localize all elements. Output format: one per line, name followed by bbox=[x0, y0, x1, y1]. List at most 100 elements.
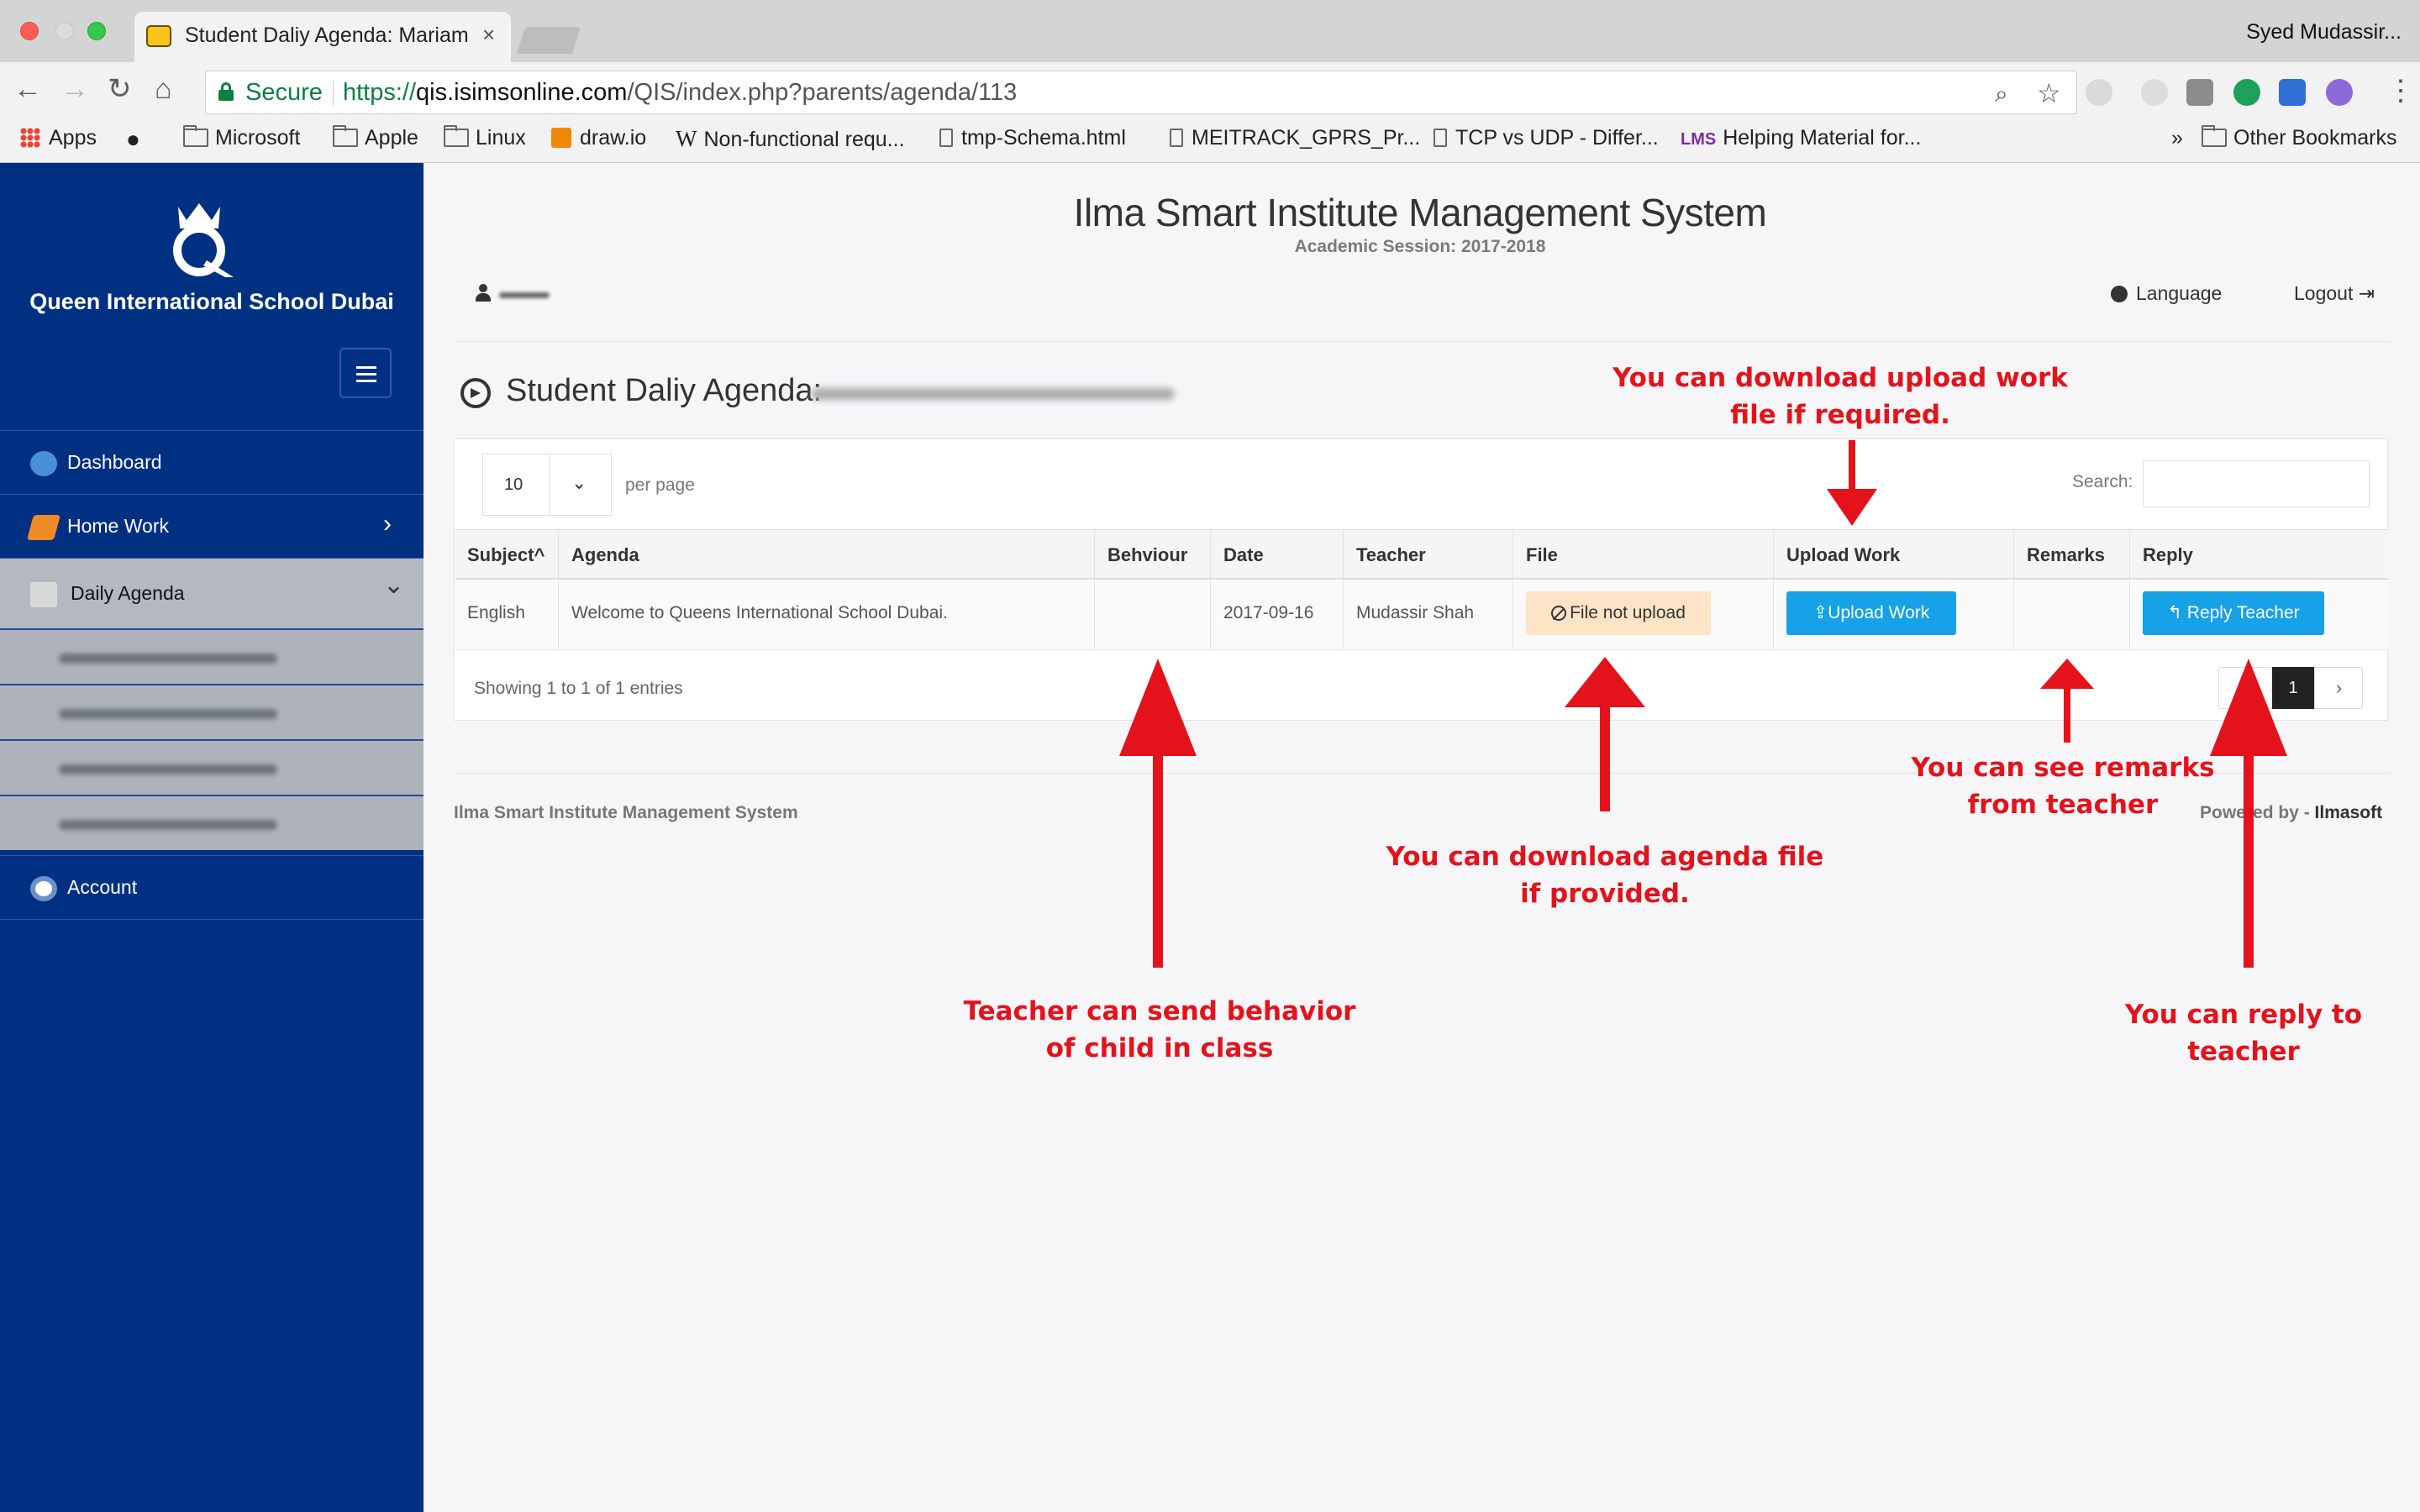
column-header-file[interactable]: File bbox=[1526, 544, 1558, 566]
bookmark-nonfunctional[interactable]: W Non-functional requ... bbox=[676, 126, 905, 152]
upload-work-button[interactable]: ⇪Upload Work bbox=[1786, 591, 1956, 635]
bookmark-tmp-schema[interactable]: tmp-Schema.html bbox=[939, 126, 1126, 150]
apps-grid-icon bbox=[20, 128, 40, 148]
circle-arrow-icon bbox=[460, 378, 491, 408]
globe-icon bbox=[2111, 286, 2128, 302]
file-not-uploaded-badge[interactable]: File not upload bbox=[1526, 591, 1711, 635]
column-header-subject[interactable]: Subject^ bbox=[467, 544, 544, 566]
search-input[interactable] bbox=[2143, 460, 2370, 507]
column-header-agenda[interactable]: Agenda bbox=[571, 544, 639, 566]
reload-icon[interactable]: ↻ bbox=[108, 72, 132, 106]
bookmark-tcp-udp[interactable]: TCP vs UDP - Differ... bbox=[1434, 126, 1659, 150]
zoom-icon[interactable]: ⌕ bbox=[1995, 81, 2008, 108]
column-divider bbox=[1773, 529, 1774, 650]
sidebar-toggle-button[interactable] bbox=[339, 348, 392, 398]
bookmarks-overflow-icon[interactable]: » bbox=[2171, 126, 2183, 150]
bookmark-star-icon[interactable]: ☆ bbox=[2037, 77, 2061, 109]
user-menu[interactable] bbox=[476, 282, 576, 307]
column-header-remarks[interactable]: Remarks bbox=[2027, 544, 2105, 566]
sidebar-item-dashboard[interactable]: Dashboard bbox=[0, 430, 424, 494]
annotation-behaviour: Teacher can send behavior of child in cla… bbox=[963, 996, 1356, 1063]
chevron-right-icon: › bbox=[383, 510, 392, 538]
window-maximize-button[interactable] bbox=[87, 22, 106, 40]
reply-teacher-button[interactable]: ↰ Reply Teacher bbox=[2143, 591, 2324, 635]
cell-date: 2017-09-16 bbox=[1223, 603, 1314, 622]
home-icon[interactable]: ⌂ bbox=[155, 72, 172, 106]
cell-subject: English bbox=[467, 603, 525, 622]
annotation-agenda-file: You can download agenda file if provided. bbox=[1386, 842, 1824, 909]
sidebar-subitem-child-2[interactable] bbox=[0, 684, 424, 739]
sidebar-subitem-child-4[interactable] bbox=[0, 795, 424, 850]
back-arrow-icon[interactable]: ← bbox=[13, 72, 42, 106]
page-size-value: 10 bbox=[504, 475, 523, 494]
sort-ascending-icon: ^ bbox=[534, 544, 545, 565]
column-header-reply[interactable]: Reply bbox=[2143, 544, 2193, 566]
window-close-button[interactable] bbox=[20, 22, 39, 40]
book-icon bbox=[26, 515, 61, 540]
extension-refresh-icon[interactable] bbox=[2141, 79, 2168, 106]
sidebar-item-account[interactable]: Account bbox=[0, 855, 424, 919]
extension-new-icon[interactable] bbox=[2233, 79, 2260, 106]
column-header-upload-work[interactable]: Upload Work bbox=[1786, 544, 1900, 566]
lock-icon bbox=[218, 82, 234, 101]
chevron-down-icon[interactable]: ⌄ bbox=[571, 472, 587, 494]
sidebar-item-home-work[interactable]: Home Work › bbox=[0, 494, 424, 558]
bookmark-other[interactable]: Other Bookmarks bbox=[2202, 125, 2397, 150]
cell-agenda: Welcome to Queens International School D… bbox=[571, 603, 948, 622]
footer-company[interactable]: Ilmasoft bbox=[2315, 803, 2383, 822]
extension-cloud-icon[interactable] bbox=[2086, 79, 2112, 106]
browser-menu-icon[interactable]: ⋮ bbox=[2386, 74, 2415, 108]
sidebar-item-daily-agenda[interactable]: Daily Agenda ⌄ bbox=[0, 558, 424, 628]
address-separator bbox=[333, 81, 334, 106]
cell-teacher: Mudassir Shah bbox=[1356, 603, 1475, 622]
url-text[interactable]: https://qis.isimsonline.com/QIS/index.ph… bbox=[343, 79, 1017, 107]
logout-link[interactable]: Logout ⇥ bbox=[2294, 282, 2375, 305]
chevron-down-icon: ⌄ bbox=[383, 571, 405, 599]
account-icon bbox=[30, 876, 57, 901]
extension-flask-icon[interactable] bbox=[2326, 79, 2353, 106]
annotation-upload-work: You can download upload work file if requ… bbox=[1612, 363, 2068, 430]
profile-name[interactable]: Syed Mudassir... bbox=[2246, 20, 2402, 45]
annotation-reply: You can reply to teacher bbox=[2124, 1000, 2363, 1067]
sidebar-subitem-child-1[interactable] bbox=[0, 628, 424, 684]
column-header-behaviour[interactable]: Behviour bbox=[1107, 544, 1187, 566]
user-name-redacted bbox=[499, 292, 550, 298]
footer-app-name: Ilma Smart Institute Management System bbox=[454, 803, 798, 822]
window-minimize-button[interactable] bbox=[55, 22, 74, 40]
bookmark-helping-material[interactable]: LMS Helping Material for... bbox=[1681, 126, 1921, 150]
bookmark-apps[interactable]: Apps bbox=[20, 126, 97, 150]
per-page-label: per page bbox=[625, 475, 695, 495]
pagination-next-icon[interactable]: › bbox=[2314, 667, 2363, 709]
bookmark-microsoft[interactable]: Microsoft bbox=[183, 125, 300, 150]
search-label: Search: bbox=[2072, 472, 2133, 491]
column-header-date[interactable]: Date bbox=[1223, 544, 1264, 566]
bookmark-meitrack[interactable]: MEITRACK_GPRS_Pr... bbox=[1170, 126, 1420, 150]
pagination-previous[interactable] bbox=[2218, 667, 2272, 709]
sidebar-subitem-child-3[interactable] bbox=[0, 739, 424, 795]
user-icon bbox=[476, 284, 491, 302]
page-size-select[interactable] bbox=[482, 454, 612, 516]
column-divider bbox=[1094, 529, 1095, 650]
dashboard-globe-icon bbox=[30, 451, 57, 476]
pagination-page-1[interactable]: 1 bbox=[2272, 667, 2314, 709]
bookmark-linux[interactable]: Linux bbox=[444, 125, 526, 150]
column-divider bbox=[1343, 529, 1344, 650]
ban-icon bbox=[1551, 606, 1567, 621]
apple-logo-icon[interactable]: ● bbox=[126, 126, 140, 153]
language-link[interactable]: Language bbox=[2111, 282, 2222, 305]
extension-bookmark-icon[interactable] bbox=[2279, 79, 2306, 106]
new-tab-button[interactable] bbox=[516, 27, 581, 54]
column-header-teacher[interactable]: Teacher bbox=[1356, 544, 1426, 566]
bookmark-apple[interactable]: Apple bbox=[333, 125, 418, 150]
column-divider bbox=[2129, 529, 2130, 650]
footer-powered-by: Powered by - Ilmasoft bbox=[2200, 803, 2383, 822]
academic-session: Academic Session: 2017-2018 bbox=[1294, 237, 1546, 256]
tab-close-icon[interactable]: × bbox=[482, 22, 495, 48]
url-host: qis.isimsonline.com bbox=[416, 79, 628, 106]
extension-window-icon[interactable] bbox=[2186, 79, 2213, 106]
page-icon bbox=[1170, 129, 1183, 147]
tab-title[interactable]: Student Daliy Agenda: Mariam bbox=[185, 24, 474, 48]
bookmark-drawio[interactable]: draw.io bbox=[551, 126, 646, 150]
forward-arrow-icon[interactable]: → bbox=[60, 72, 89, 106]
school-name: Queen International School Dubai bbox=[29, 289, 394, 314]
